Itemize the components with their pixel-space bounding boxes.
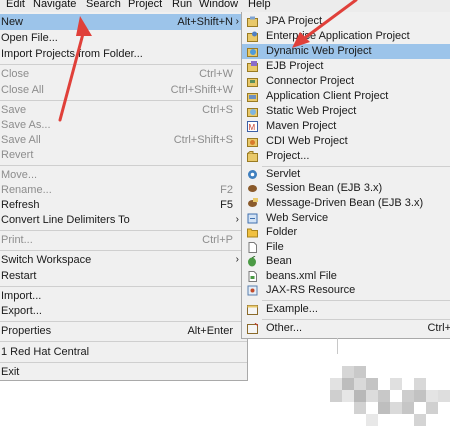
annotation-arrow-dynamic-web bbox=[292, 0, 358, 48]
annotation-arrows bbox=[58, 0, 358, 122]
annotation-arrow-new bbox=[58, 16, 92, 122]
